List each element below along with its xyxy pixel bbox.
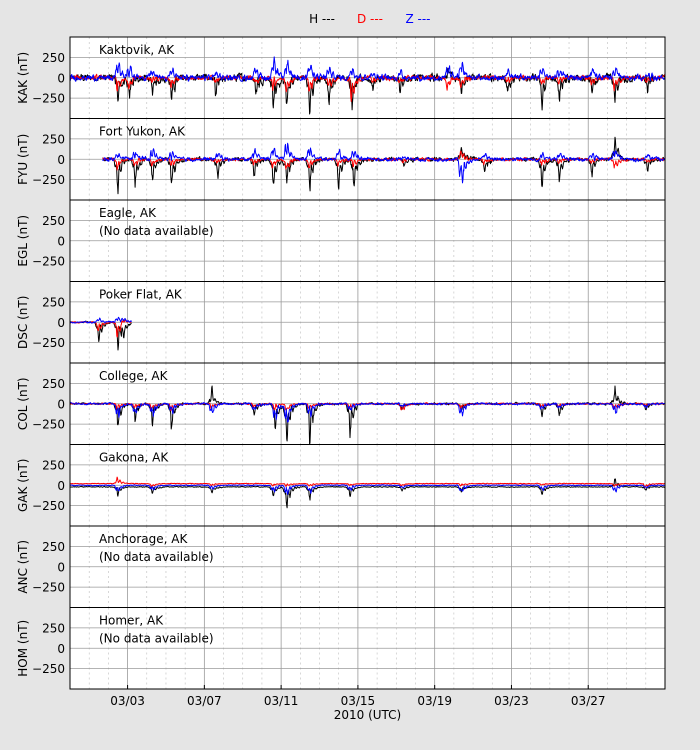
station-label-6: Anchorage, AK xyxy=(99,532,188,546)
y-tick-label-3: 0 xyxy=(57,316,65,330)
x-tick-label: 03/03 xyxy=(110,694,145,708)
y-tick-label-3: 250 xyxy=(42,295,65,309)
station-label-1: Fort Yukon, AK xyxy=(99,125,186,139)
magnetometer-chart: H --- D --- Z ---2500−250KAK (nT)Kaktovik,… xyxy=(16,12,666,722)
y-tick-label-5: −250 xyxy=(32,499,65,513)
y-tick-label-1: 250 xyxy=(42,132,65,146)
y-tick-label-7: 0 xyxy=(57,642,65,656)
y-axis-label-5: GAK (nT) xyxy=(16,459,30,513)
y-tick-label-6: 0 xyxy=(57,560,65,574)
y-tick-label-7: 250 xyxy=(42,621,65,635)
magnetometer-figure: H --- D --- Z --- 250 0 −250 KAK (nT) Kaktovik,… xyxy=(0,0,700,750)
y-tick-label-4: 250 xyxy=(42,377,65,391)
x-tick-label: 03/15 xyxy=(341,694,376,708)
y-tick-label-2: 250 xyxy=(42,214,65,228)
y-axis-label-2: EGL (nT) xyxy=(16,215,30,267)
x-tick-label: 03/23 xyxy=(494,694,529,708)
y-tick-label-6: −250 xyxy=(32,581,65,595)
legend-entry-z: Z --- xyxy=(405,12,430,26)
y-axis-label-4: COL (nT) xyxy=(16,377,30,430)
x-tick-label: 03/27 xyxy=(571,694,606,708)
y-tick-label-5: 250 xyxy=(42,458,65,472)
y-axis-label-0: KAK (nT) xyxy=(16,52,30,104)
y-axis-label-6: ANC (nT) xyxy=(16,540,30,594)
y-tick-label-7: −250 xyxy=(32,662,65,676)
station-label-3: Poker Flat, AK xyxy=(99,288,183,302)
legend-entry-h: H --- xyxy=(309,12,335,26)
x-tick-label: 03/19 xyxy=(417,694,452,708)
y-tick-label-4: −250 xyxy=(32,418,65,432)
station-label-2: Eagle, AK xyxy=(99,206,157,220)
station-label-5: Gakona, AK xyxy=(99,451,169,465)
x-tick-label: 03/11 xyxy=(264,694,299,708)
station-label-4: College, AK xyxy=(99,369,169,383)
no-data-label-7: (No data available) xyxy=(99,632,214,646)
y-axis-label-1: FYU (nT) xyxy=(16,134,30,185)
y-tick-label-5: 0 xyxy=(57,479,65,493)
station-label-7: Homer, AK xyxy=(99,614,164,628)
x-axis-label: 2010 (UTC) xyxy=(334,708,402,722)
station-label-0: Kaktovik, AK xyxy=(99,43,175,57)
no-data-label-6: (No data available) xyxy=(99,550,214,564)
legend-entry-d: D --- xyxy=(357,12,383,26)
y-axis-label-7: HOM (nT) xyxy=(16,620,30,677)
y-axis-label-3: DSC (nT) xyxy=(16,296,30,349)
y-tick-label-2: 0 xyxy=(57,234,65,248)
y-tick-label-1: −250 xyxy=(32,173,65,187)
y-tick-label-3: −250 xyxy=(32,336,65,350)
x-tick-label: 03/07 xyxy=(187,694,222,708)
y-tick-label-1: 0 xyxy=(57,153,65,167)
y-tick-label-0: 0 xyxy=(57,71,65,85)
y-tick-label-2: −250 xyxy=(32,255,65,269)
no-data-label-2: (No data available) xyxy=(99,224,214,238)
y-tick-label-4: 0 xyxy=(57,397,65,411)
y-tick-label-0: −250 xyxy=(32,92,65,106)
y-tick-label-6: 250 xyxy=(42,540,65,554)
y-tick-label-0: 250 xyxy=(42,51,65,65)
